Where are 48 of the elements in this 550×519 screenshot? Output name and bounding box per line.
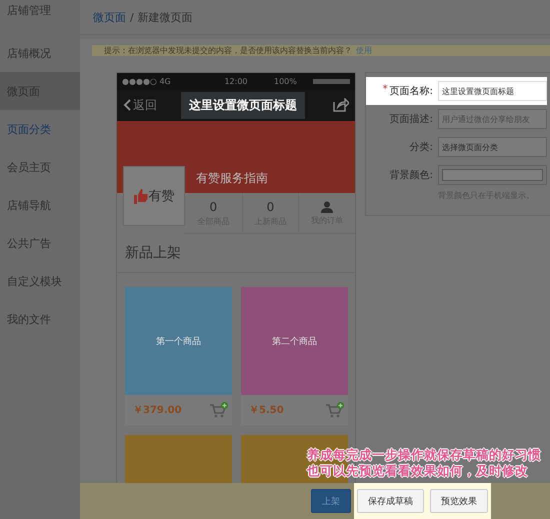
action-button[interactable]: 预览效果 [430,489,488,513]
signal-dots: ●●●●○ [122,76,157,86]
shop-name: 有赞服务指南 [196,170,268,187]
chevron-left-icon [123,99,131,111]
sidebar-item[interactable]: 自定义模块 [0,262,80,300]
section-title: 新品上架 [117,234,355,273]
add-to-cart-icon [326,402,344,418]
clock-time: 12:00 [223,76,249,86]
stat-count: 0 [210,200,218,214]
field-label: 页面名称: [390,85,433,98]
back-button[interactable]: 返回 [123,96,157,114]
product-card[interactable]: 第一个商品 ￥379.00 [125,287,232,425]
sidebar-item[interactable]: 我的文件 [0,300,80,338]
page-title: 这里设置微页面标题 [181,92,305,118]
select-field[interactable]: 选择微页面分类 [438,137,547,157]
product-price: ￥379.00 [133,404,182,417]
sidebar-title: 店铺管理 [6,3,52,19]
sidebar-item[interactable]: 店铺概况 [0,34,80,72]
required-mark: * [382,84,388,97]
color-field[interactable] [438,165,547,185]
breadcrumb-current: 新建微页面 [138,10,193,24]
field-label: 页面描述: [390,112,433,126]
battery-level: 100% [274,76,298,86]
share-icon [333,98,349,112]
breadcrumb-separator: / [130,10,134,24]
field-label: 分类: [410,140,433,154]
sidebar-item[interactable]: 会员主页 [0,148,80,186]
sidebar-item[interactable]: 公共广告 [0,224,80,262]
field-label: 背景颜色: [390,168,433,182]
product-card[interactable]: 第二个商品 ￥5.50 [241,287,348,425]
breadcrumb-link[interactable]: 微页面 [93,10,126,24]
product-name: 第一个商品 [156,336,201,348]
sidebar-item[interactable]: 页面分类 [0,110,80,148]
battery-icon [313,78,350,84]
sidebar-item[interactable]: 店铺导航 [0,186,80,224]
user-icon [321,200,334,212]
logo-text: 有赞 [148,188,174,205]
action-button[interactable]: 上架 [311,489,351,513]
network-label: 4G [159,76,171,86]
add-to-cart-icon [210,402,228,418]
use-link[interactable]: 使用 [356,45,372,56]
product-price: ￥5.50 [249,404,284,417]
product-name: 第二个商品 [272,336,317,348]
thumbs-up-icon [134,188,148,204]
stat-count: 0 [266,200,274,214]
action-button[interactable]: 保存成草稿 [357,489,424,513]
notice-text: 提示：在浏览器中发现未提交的内容，是否使用该内容替换当前内容？ [104,45,352,56]
text-field[interactable]: 这里设置微页面标题 [438,81,547,101]
